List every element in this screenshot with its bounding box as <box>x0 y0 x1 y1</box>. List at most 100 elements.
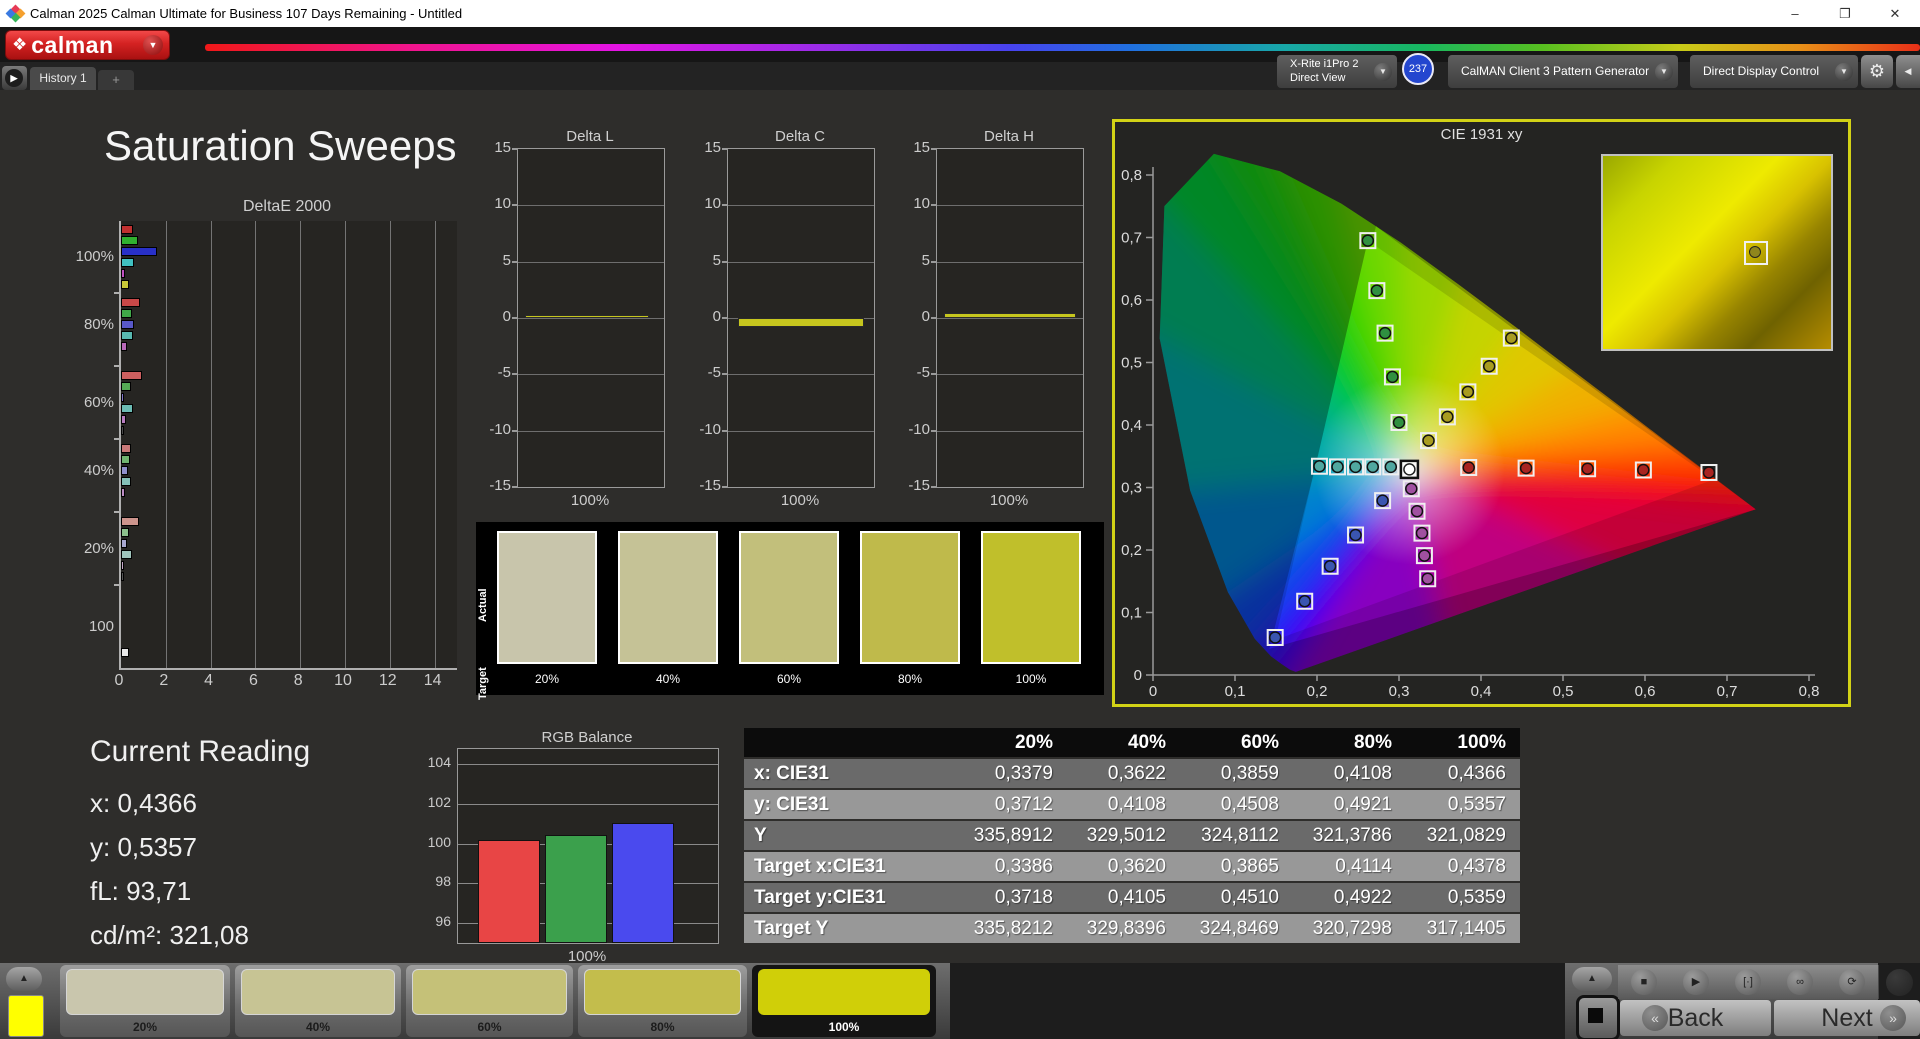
deltae-group-label: 80% <box>83 315 114 333</box>
rainbow-gradient-bar <box>205 44 1920 51</box>
meter-mode: Direct View <box>1290 72 1346 84</box>
meter-name: X-Rite i1Pro 2 <box>1290 58 1359 70</box>
delta-ytick-label: -15 <box>908 477 930 494</box>
deltae-xtick-label: 12 <box>378 672 397 689</box>
calman-logo-text: calman <box>31 31 114 58</box>
transport-bracket-button[interactable]: [·] <box>1722 965 1775 999</box>
tab-add-button[interactable]: + <box>98 70 134 90</box>
delta-ytick <box>931 373 936 376</box>
display-control-dropdown[interactable]: Direct Display Control ▼ <box>1690 55 1858 88</box>
back-button[interactable]: « Back <box>1620 1000 1771 1036</box>
pattern-swatch <box>241 969 395 1015</box>
minimize-button[interactable]: – <box>1772 0 1818 27</box>
pattern-panel-expand-button[interactable]: ▲ <box>6 967 42 991</box>
svg-text:0: 0 <box>1149 683 1157 700</box>
svg-text:0,6: 0,6 <box>1635 683 1656 700</box>
deltae-bar <box>121 466 128 475</box>
delta-chart-delta-c <box>727 148 875 488</box>
pattern-button-80%[interactable]: 80% <box>578 965 747 1037</box>
pattern-window-button[interactable] <box>1576 995 1620 1039</box>
swatch-40% <box>618 531 718 664</box>
display-status-indicator <box>1693 58 1698 85</box>
maximize-button[interactable]: ❐ <box>1822 0 1868 27</box>
delta-ytick <box>722 373 727 376</box>
pattern-button-20%[interactable]: 20% <box>60 965 230 1037</box>
deltae-group-label: 100% <box>75 248 114 265</box>
table-cell: 0,4510 <box>1220 887 1279 908</box>
cie-measured-red <box>1581 462 1594 475</box>
delta-gridline <box>518 430 664 432</box>
meter-count-badge: 237 <box>1402 53 1434 85</box>
transport-play-button[interactable]: ▶ <box>1670 965 1723 999</box>
measurement-table: 20% 40% 60% 80% 100% x: CIE31 0,3379 0,3622 0,38… <box>744 728 1520 945</box>
settings-button[interactable]: ⚙ <box>1861 55 1893 88</box>
swatch-80% <box>860 531 960 664</box>
transport-stop-button[interactable]: ■ <box>1618 965 1671 999</box>
pattern-button-60%[interactable]: 60% <box>406 965 573 1037</box>
table-cell: 0,5357 <box>1447 794 1506 815</box>
table-header-cell: 60% <box>1240 732 1279 753</box>
control-panel-expand-button[interactable]: ▲ <box>1572 967 1612 991</box>
rgb-ytick-label: 100 <box>427 833 451 850</box>
table-cell: 0,3386 <box>994 856 1053 877</box>
pattern-button-40%[interactable]: 40% <box>235 965 401 1037</box>
deltae-gridline <box>300 221 302 668</box>
transport-infinity-button[interactable]: ∞ <box>1774 965 1827 999</box>
close-button[interactable]: ✕ <box>1872 0 1918 27</box>
display-control-label: Direct Display Control <box>1703 64 1820 78</box>
next-button[interactable]: Next » <box>1774 1000 1920 1036</box>
collapse-panel-button[interactable]: ◀ <box>1896 55 1920 88</box>
deltae-gridline <box>389 221 391 668</box>
delta-ytick <box>512 486 517 488</box>
rgb-bar <box>478 839 540 943</box>
deltae-group-label: 20% <box>83 540 114 557</box>
pattern-source-dropdown[interactable]: CalMAN Client 3 Pattern Generator ▼ <box>1448 55 1678 88</box>
svg-text:0,4: 0,4 <box>1471 683 1492 700</box>
actual-label: Actual <box>477 588 489 622</box>
pattern-button-100%[interactable]: 100% <box>752 965 936 1037</box>
table-cell: 320,7298 <box>1312 918 1392 939</box>
transport-loop-button[interactable]: ⟳ <box>1826 965 1879 999</box>
current-pattern-preview[interactable] <box>8 995 44 1037</box>
deltae-bar <box>121 269 126 278</box>
delta-chart-title: Delta H <box>983 128 1035 145</box>
deltae-gridline <box>345 221 346 668</box>
delta-ytick <box>722 148 727 150</box>
swatch-100% <box>981 531 1081 664</box>
deltae-xtick-label: 2 <box>159 672 169 689</box>
cie-inset-marker <box>1744 240 1769 265</box>
deltae-bar <box>121 561 124 570</box>
cie-measured-magenta <box>1415 526 1429 540</box>
table-cell: 335,8212 <box>973 918 1053 939</box>
table-header-row: 20% 40% 60% 80% 100% <box>744 728 1520 757</box>
chevron-down-icon: ▼ <box>1374 63 1392 81</box>
table-cell: 0,4108 <box>1333 763 1392 784</box>
rgb-ytick-label: 104 <box>427 753 451 770</box>
deltae-bar <box>121 477 132 486</box>
table-row: x: CIE31 0,3379 0,3622 0,3859 0,4108 0,4366 <box>744 759 1520 788</box>
deltae-xtick-label: 8 <box>293 672 303 689</box>
deltae-bar <box>121 236 138 245</box>
chevron-left-icon: ◀ <box>1904 66 1912 76</box>
tab-history-1[interactable]: History 1 <box>30 67 96 90</box>
rgb-ytick-label: 96 <box>435 913 451 930</box>
delta-xlabel: 100% <box>989 492 1029 509</box>
calman-menu-button[interactable]: ❖ calman ▼ <box>5 30 170 60</box>
delta-ytick <box>512 260 517 263</box>
table-row: Target Y 335,8212 329,8396 324,8469 320,7298… <box>744 914 1520 943</box>
delta-chart-delta-h <box>936 148 1084 488</box>
meter-dropdown[interactable]: X-Rite i1Pro 2 Direct View ▼ <box>1277 55 1397 88</box>
bracket-icon: [·] <box>1735 969 1761 995</box>
delta-gridline <box>518 374 664 376</box>
table-cell: 0,4108 <box>1107 794 1166 815</box>
table-cell: 324,8469 <box>1199 918 1279 939</box>
cie-measured-green <box>1378 326 1392 340</box>
svg-text:0,6: 0,6 <box>1121 292 1142 309</box>
deltae-bar <box>121 488 126 497</box>
cie-measured-green <box>1392 416 1406 429</box>
table-row-label: Target Y <box>754 918 829 939</box>
back-arrow-icon: « <box>1642 1005 1668 1031</box>
tab-scroll-button[interactable]: ▶ <box>2 66 27 90</box>
svg-text:0,7: 0,7 <box>1717 683 1738 700</box>
cie-measured-red <box>1519 461 1533 475</box>
